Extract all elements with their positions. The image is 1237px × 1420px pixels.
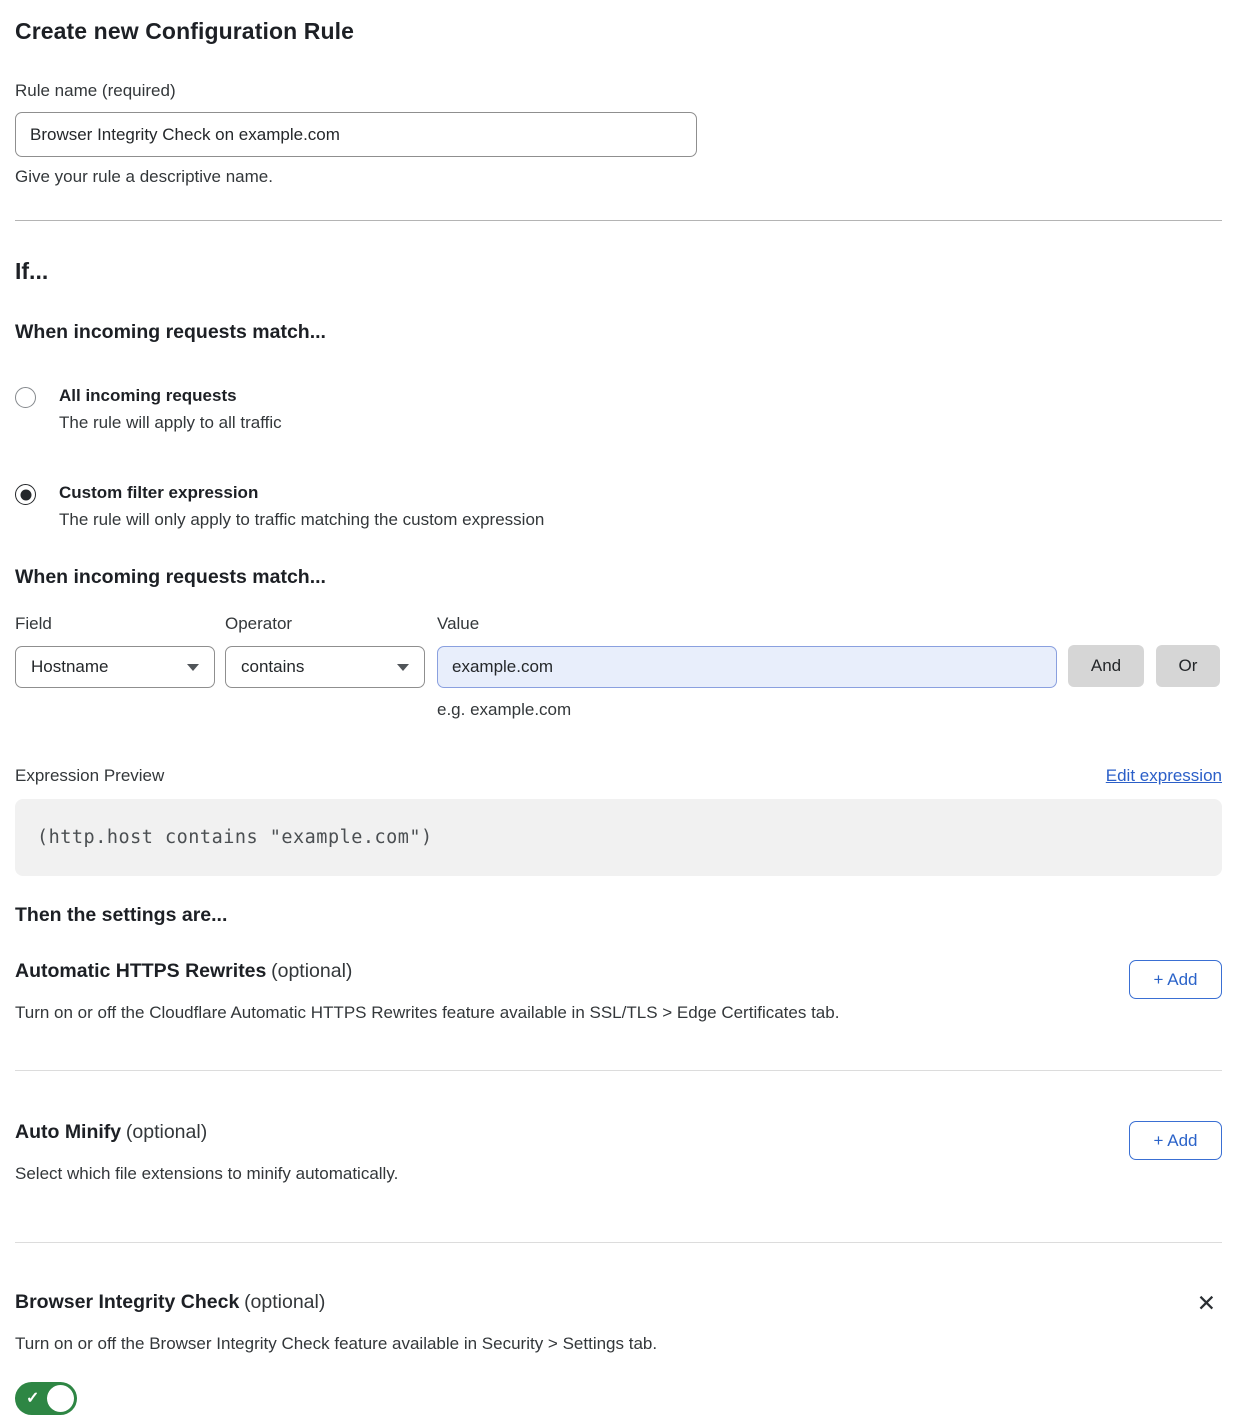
radio-option-description: The rule will only apply to traffic matc… [59,510,544,530]
rule-name-input[interactable] [15,112,697,157]
expression-preview-label: Expression Preview [15,766,164,786]
value-helper: e.g. example.com [437,700,1057,720]
and-button[interactable]: And [1068,645,1144,687]
setting-title-line: Automatic HTTPS Rewrites (optional) [15,960,839,983]
field-select-value: Hostname [31,657,108,677]
field-column: Field Hostname [15,614,215,688]
value-column: Value e.g. example.com [437,614,1057,720]
value-input[interactable] [437,646,1057,688]
add-button[interactable]: + Add [1129,1121,1222,1160]
radio-option-description: The rule will apply to all traffic [59,413,282,433]
setting-texts: Automatic HTTPS Rewrites (optional) Turn… [15,960,839,1023]
setting-title: Auto Minify [15,1121,121,1143]
page-title: Create new Configuration Rule [15,18,1222,45]
setting-texts: Auto Minify (optional) Select which file… [15,1121,398,1184]
value-label: Value [437,614,1057,634]
radio-button-selected[interactable] [15,484,36,505]
add-button[interactable]: + Add [1129,960,1222,999]
expression-preview-header: Expression Preview Edit expression [15,766,1222,786]
operator-select[interactable]: contains [225,646,425,688]
radio-option-texts: All incoming requests The rule will appl… [59,386,282,433]
setting-automatic-https-rewrites: Automatic HTTPS Rewrites (optional) Turn… [15,960,1222,1023]
section-divider [15,220,1222,221]
operator-label: Operator [225,614,425,634]
setting-description: Turn on or off the Browser Integrity Che… [15,1334,1191,1354]
operator-select-value: contains [241,657,304,677]
chevron-down-icon [187,664,199,671]
rule-name-label: Rule name (required) [15,81,1222,101]
if-heading: If... [15,258,1222,285]
setting-title-line: Browser Integrity Check (optional) [15,1291,1191,1314]
setting-optional-tag: (optional) [271,960,352,982]
close-icon[interactable]: ✕ [1191,1291,1222,1315]
radio-option-label[interactable]: Custom filter expression [59,483,544,503]
expression-code: (http.host contains "example.com") [37,827,433,848]
match-heading: When incoming requests match... [15,321,1222,344]
browser-integrity-toggle[interactable]: ✓ [15,1382,77,1415]
setting-optional-tag: (optional) [126,1121,207,1143]
expression-builder-heading: When incoming requests match... [15,566,1222,589]
setting-texts: Browser Integrity Check (optional) Turn … [15,1291,1191,1420]
field-label: Field [15,614,215,634]
rule-name-helper: Give your rule a descriptive name. [15,167,1222,187]
radio-option-custom-filter[interactable]: Custom filter expression The rule will o… [15,483,1222,530]
setting-title: Browser Integrity Check [15,1291,239,1313]
or-button[interactable]: Or [1156,645,1220,687]
setting-description: Turn on or off the Cloudflare Automatic … [15,1003,839,1023]
setting-auto-minify: Auto Minify (optional) Select which file… [15,1121,1222,1184]
setting-browser-integrity-check: Browser Integrity Check (optional) Turn … [15,1291,1222,1420]
toggle-knob[interactable] [47,1385,74,1412]
radio-option-all-requests[interactable]: All incoming requests The rule will appl… [15,386,1222,433]
setting-title: Automatic HTTPS Rewrites [15,960,266,982]
create-configuration-rule-page: Create new Configuration Rule Rule name … [0,0,1237,1420]
expression-preview-box: (http.host contains "example.com") [15,799,1222,876]
edit-expression-link[interactable]: Edit expression [1106,766,1222,786]
expression-builder-row: Field Hostname Operator contains Value e… [15,614,1222,720]
settings-heading: Then the settings are... [15,904,1222,927]
setting-title-line: Auto Minify (optional) [15,1121,398,1144]
radio-option-texts: Custom filter expression The rule will o… [59,483,544,530]
setting-description: Select which file extensions to minify a… [15,1164,398,1184]
check-icon: ✓ [26,1388,39,1408]
radio-option-label[interactable]: All incoming requests [59,386,282,406]
operator-column: Operator contains [225,614,425,688]
chevron-down-icon [397,664,409,671]
setting-optional-tag: (optional) [244,1291,325,1313]
radio-button-unselected[interactable] [15,387,36,408]
field-select[interactable]: Hostname [15,646,215,688]
